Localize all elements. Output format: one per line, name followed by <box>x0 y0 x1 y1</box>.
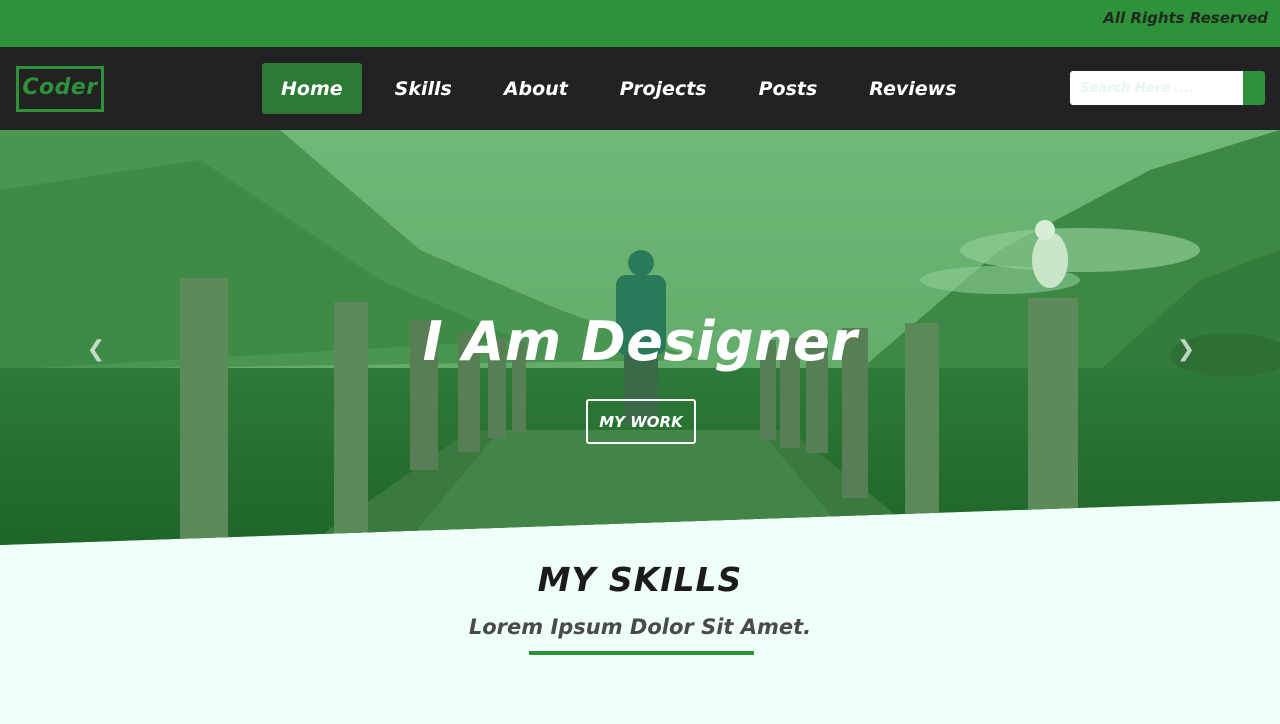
nav-item-skills[interactable]: Skills <box>376 63 471 114</box>
nav-item-home[interactable]: Home <box>262 63 362 114</box>
navbar: Coder Home Skills About Projects Posts R… <box>0 47 1280 130</box>
logo[interactable]: Coder <box>16 66 104 112</box>
hero-title: I Am Designer <box>422 310 858 373</box>
nav-item-projects[interactable]: Projects <box>601 63 726 114</box>
search-button[interactable] <box>1243 71 1265 105</box>
top-bar: All Rights Reserved <box>0 0 1280 47</box>
hero-carousel: ❮ ❯ I Am Designer MY WORK <box>0 130 1280 545</box>
skills-underline <box>529 651 754 655</box>
search-input[interactable] <box>1070 71 1243 105</box>
nav-item-posts[interactable]: Posts <box>740 63 837 114</box>
skills-heading: MY SKILLS <box>537 560 743 599</box>
main-nav: Home Skills About Projects Posts Reviews <box>262 63 976 114</box>
nav-item-reviews[interactable]: Reviews <box>850 63 975 114</box>
skills-subtitle: Lorem Ipsum Dolor Sit Amet. <box>468 615 812 639</box>
copyright-text: All Rights Reserved <box>1103 9 1268 27</box>
my-work-button[interactable]: MY WORK <box>586 399 696 444</box>
search-form <box>1070 71 1265 105</box>
nav-item-about[interactable]: About <box>485 63 587 114</box>
